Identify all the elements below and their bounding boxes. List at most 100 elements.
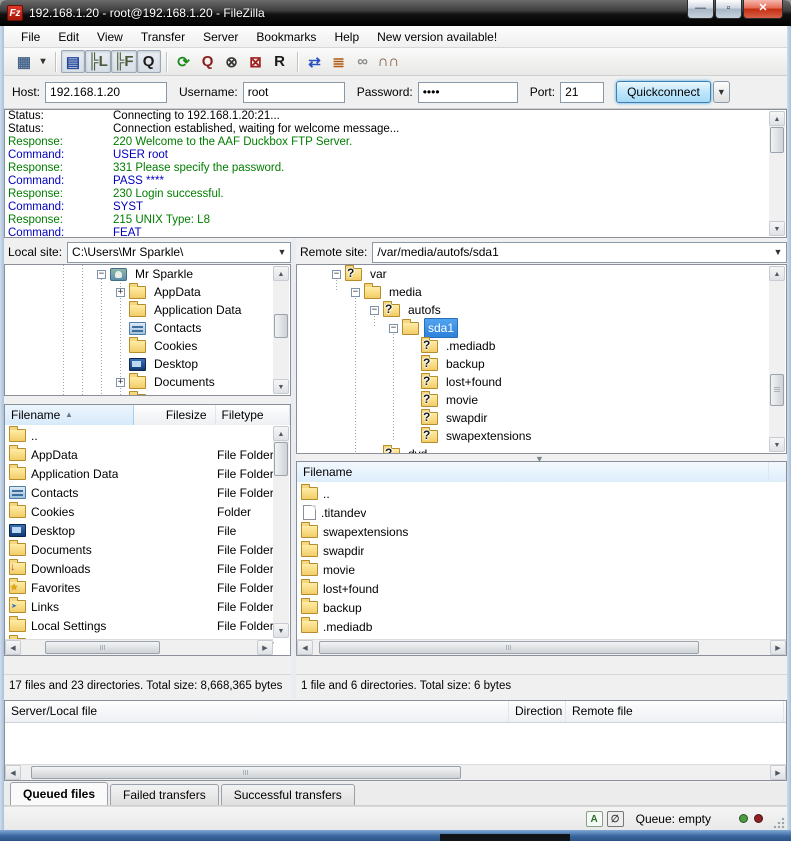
tree-item-contacts[interactable]: Contacts [5, 319, 204, 337]
tree-item-backup[interactable]: backup [297, 355, 488, 373]
menu-item-file[interactable]: File [12, 27, 49, 47]
password-input[interactable] [418, 82, 518, 103]
scroll-up-icon[interactable]: ▲ [273, 426, 289, 441]
file-row-links[interactable]: LinksFile Folder [5, 597, 273, 616]
column-header-filename[interactable]: Filename [297, 462, 769, 482]
file-row-cookies[interactable]: CookiesFolder [5, 502, 273, 521]
filename-filters-icon[interactable]: ≣ [327, 50, 351, 73]
toggle-message-log-icon[interactable]: ▤ [61, 50, 85, 73]
file-row--[interactable]: .. [297, 484, 786, 503]
username-input[interactable] [243, 82, 345, 103]
toggle-remote-tree-icon[interactable]: ╠F [111, 50, 137, 73]
tree-item-sda1[interactable]: −sda1 [297, 319, 458, 337]
message-log[interactable]: Status:Connecting to 192.168.1.20:21...S… [4, 109, 787, 238]
tree-item-swapdir[interactable]: swapdir [297, 409, 490, 427]
file-row-desktop[interactable]: DesktopFile [5, 521, 273, 540]
local-file-list[interactable]: ..AppDataFile FolderApplication DataFile… [4, 425, 291, 656]
tree-item-movie[interactable]: movie [297, 391, 481, 409]
directory-comparison-icon[interactable]: ⇄ [303, 50, 327, 73]
tree-item-lost-found[interactable]: lost+found [297, 373, 505, 391]
local-tree-scrollbar[interactable]: ▲ ▼ [273, 266, 289, 394]
minimize-button[interactable]: — [687, 0, 714, 19]
scroll-left-icon[interactable]: ◀ [5, 765, 21, 780]
file-row--[interactable]: .. [5, 426, 273, 445]
remote-file-list[interactable]: ...titandevswapextensionsswapdirmovielos… [296, 482, 787, 656]
tree-item-mr-sparkle[interactable]: −Mr Sparkle [5, 265, 196, 283]
remote-site-combo[interactable]: /var/media/autofs/sda1 ▼ [372, 242, 787, 263]
resize-grip[interactable] [773, 817, 785, 829]
file-row-contacts[interactable]: ContactsFile Folder [5, 483, 273, 502]
tree-item-cookies[interactable]: Cookies [5, 337, 200, 355]
local-site-combo[interactable]: C:\Users\Mr Sparkle\ ▼ [67, 242, 291, 263]
collapse-toggle-icon[interactable]: − [97, 270, 106, 279]
tree-item-swapextensions[interactable]: swapextensions [297, 427, 534, 445]
maximize-button[interactable]: ▫ [715, 0, 742, 19]
queue-column-remote-file[interactable]: Remote file [566, 701, 784, 722]
menu-item-transfer[interactable]: Transfer [132, 27, 194, 47]
file-row-movie[interactable]: movie [297, 560, 786, 579]
expand-toggle-icon[interactable]: + [116, 288, 125, 297]
port-input[interactable] [560, 82, 604, 103]
file-row-downloads[interactable]: DownloadsFile Folder [5, 559, 273, 578]
tab-successful-transfers[interactable]: Successful transfers [221, 784, 355, 805]
tree-item--mediadb[interactable]: .mediadb [297, 337, 498, 355]
scroll-left-icon[interactable]: ◀ [5, 640, 21, 655]
scroll-down-icon[interactable]: ▼ [273, 379, 289, 394]
refresh-icon[interactable]: ⟳ [172, 50, 196, 73]
scrollbar-thumb[interactable] [31, 766, 461, 779]
tab-queued-files[interactable]: Queued files [10, 782, 108, 805]
synchronized-browsing-icon[interactable]: ∞ [351, 50, 375, 73]
file-row-favorites[interactable]: FavoritesFile Folder [5, 578, 273, 597]
local-list-vscrollbar[interactable]: ▲ ▼ [273, 426, 289, 638]
chevron-down-icon[interactable]: ▼ [274, 243, 290, 262]
reconnect-icon[interactable]: R [268, 50, 292, 73]
site-manager-dropdown-icon[interactable]: ▾ [36, 50, 50, 73]
expand-toggle-icon[interactable]: + [116, 396, 125, 397]
menu-item-help[interactable]: Help [325, 27, 368, 47]
scroll-down-icon[interactable]: ▼ [769, 221, 785, 236]
toggle-queue-icon[interactable]: Q [137, 50, 161, 73]
cancel-operation-icon[interactable]: ⊗ [220, 50, 244, 73]
menu-item-edit[interactable]: Edit [49, 27, 88, 47]
quickconnect-button[interactable]: Quickconnect [616, 81, 711, 103]
column-header-filesize[interactable]: Filesize [134, 405, 215, 425]
file-row-swapdir[interactable]: swapdir [297, 541, 786, 560]
host-input[interactable] [45, 82, 167, 103]
remote-list-hscrollbar[interactable]: ◀ ▶ [297, 639, 786, 655]
queue-hscrollbar[interactable]: ◀ ▶ [5, 764, 786, 780]
queue-column-direction[interactable]: Direction [509, 701, 566, 722]
transfer-type-auto-icon[interactable]: A [586, 811, 603, 827]
queue-column-server-local-file[interactable]: Server/Local file [5, 701, 509, 722]
collapse-toggle-icon[interactable]: − [389, 324, 398, 333]
expand-toggle-icon[interactable]: + [116, 378, 125, 387]
process-queue-icon[interactable]: Q [196, 50, 220, 73]
collapse-toggle-icon[interactable]: − [370, 306, 379, 315]
scrollbar-thumb[interactable] [770, 127, 784, 153]
scroll-right-icon[interactable]: ▶ [770, 640, 786, 655]
scroll-down-icon[interactable]: ▼ [273, 623, 289, 638]
menu-item-view[interactable]: View [88, 27, 132, 47]
scrollbar-thumb[interactable] [770, 374, 784, 406]
tree-item-media[interactable]: −media [297, 283, 425, 301]
tree-item-dvd[interactable]: dvd [297, 445, 430, 454]
scrollbar-thumb[interactable] [274, 314, 288, 338]
tree-item-application-data[interactable]: Application Data [5, 301, 244, 319]
message-log-scrollbar[interactable]: ▲ ▼ [769, 111, 785, 236]
scroll-up-icon[interactable]: ▲ [273, 266, 289, 281]
new-version-notice[interactable]: New version available! [368, 27, 506, 47]
file-row--mediadb[interactable]: .mediadb [297, 617, 786, 636]
file-row-swapextensions[interactable]: swapextensions [297, 522, 786, 541]
menu-item-bookmarks[interactable]: Bookmarks [247, 27, 325, 47]
tab-failed-transfers[interactable]: Failed transfers [110, 784, 219, 805]
local-list-hscrollbar[interactable]: ◀ ▶ [5, 639, 273, 655]
quickconnect-dropdown[interactable]: ▼ [713, 81, 730, 103]
disconnect-icon[interactable]: ⊠ [244, 50, 268, 73]
column-header-filename[interactable]: Filename▲ [5, 405, 134, 425]
tree-item-documents[interactable]: +Documents [5, 373, 218, 391]
scroll-up-icon[interactable]: ▲ [769, 266, 785, 281]
scrollbar-thumb[interactable] [45, 641, 160, 654]
file-row-local-settings[interactable]: Local SettingsFile Folder [5, 616, 273, 635]
tree-item-downloads[interactable]: +Downloads [5, 391, 216, 396]
scroll-down-icon[interactable]: ▼ [769, 437, 785, 452]
column-header-filetype[interactable]: Filetype [216, 405, 290, 425]
